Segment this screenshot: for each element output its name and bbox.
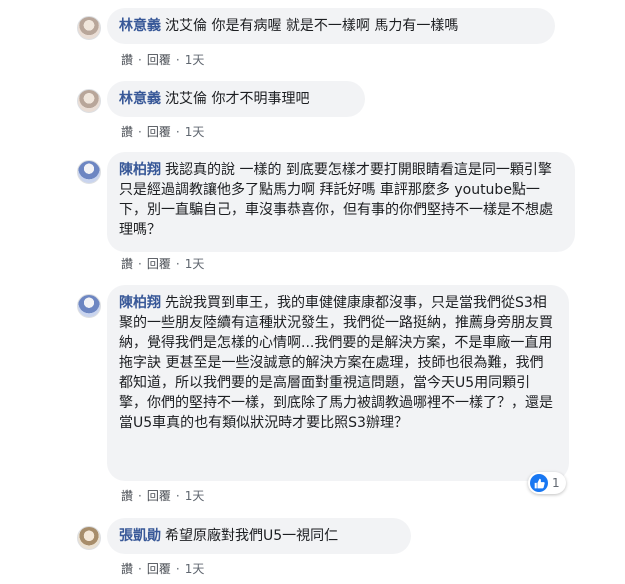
comment-author[interactable]: 陳柏翔 (119, 295, 161, 311)
like-link[interactable]: 讚 (121, 562, 133, 576)
comment-timestamp[interactable]: 1天 (185, 125, 205, 139)
separator-dot: · (175, 562, 180, 576)
comment-author[interactable]: 陳柏翔 (119, 162, 161, 178)
comment-bubble: 陳柏翔 我認真的說 一樣的 到底要怎樣才要打開眼睛看這是同一顆引擎 只是經過調教讓… (107, 152, 575, 252)
reply-link[interactable]: 回覆 (147, 257, 171, 271)
comment-timestamp[interactable]: 1天 (185, 489, 205, 503)
separator-dot: · (138, 125, 142, 139)
like-link[interactable]: 讚 (121, 125, 133, 139)
like-link[interactable]: 讚 (121, 53, 133, 67)
reply-link[interactable]: 回覆 (147, 562, 171, 576)
comment-text: 先說我買到車王，我的車健健康康都沒事，只是當我們從S3相聚的一些朋友陸續有這種狀… (119, 295, 553, 431)
comment-timestamp[interactable]: 1天 (185, 562, 205, 576)
reply-link[interactable]: 回覆 (147, 125, 171, 139)
comment-timestamp[interactable]: 1天 (185, 257, 205, 271)
comment-bubble: 林意義 沈艾倫 你才不明事理吧 (107, 81, 365, 117)
comment-text: 沈艾倫 你是有病喔 就是不一樣啊 馬力有一樣嗎 (165, 18, 459, 34)
thumbs-up-icon (530, 474, 548, 492)
separator-dot: · (138, 53, 142, 67)
reply-link[interactable]: 回覆 (147, 489, 171, 503)
comment-timestamp[interactable]: 1天 (185, 53, 205, 67)
separator-dot: · (175, 489, 180, 503)
comment-text: 希望原廠對我們U5一視同仁 (165, 528, 339, 544)
comment-actions: 讚 · 回覆 · 1天 (121, 488, 204, 504)
like-link[interactable]: 讚 (121, 257, 133, 271)
avatar[interactable] (77, 89, 101, 113)
comment-actions: 讚 · 回覆 · 1天 (121, 256, 204, 272)
comment-text: 我認真的說 一樣的 到底要怎樣才要打開眼睛看這是同一顆引擎 只是經過調教讓他多了… (119, 162, 553, 238)
like-link[interactable]: 讚 (121, 489, 133, 503)
comment-actions: 讚 · 回覆 · 1天 (121, 561, 204, 577)
comment-text: 沈艾倫 你才不明事理吧 (165, 91, 310, 107)
separator-dot: · (175, 257, 180, 271)
comment-bubble: 陳柏翔 先說我買到車王，我的車健健康康都沒事，只是當我們從S3相聚的一些朋友陸續有… (107, 285, 569, 481)
reaction-count: 1 (552, 476, 560, 490)
comment-actions: 讚 · 回覆 · 1天 (121, 52, 204, 68)
comment-author[interactable]: 張凱勛 (119, 528, 161, 544)
separator-dot: · (138, 257, 142, 271)
avatar[interactable] (77, 526, 101, 550)
reaction-badge[interactable]: 1 (528, 472, 566, 494)
avatar[interactable] (77, 16, 101, 40)
comment-bubble: 張凱勛 希望原廠對我們U5一視同仁 (107, 518, 411, 554)
separator-dot: · (175, 125, 180, 139)
comment-author[interactable]: 林意義 (119, 91, 161, 107)
separator-dot: · (138, 562, 142, 576)
comment-bubble: 林意義 沈艾倫 你是有病喔 就是不一樣啊 馬力有一樣嗎 (107, 8, 555, 44)
comment-actions: 讚 · 回覆 · 1天 (121, 124, 204, 140)
comment-author[interactable]: 林意義 (119, 18, 161, 34)
separator-dot: · (138, 489, 142, 503)
avatar[interactable] (77, 294, 101, 318)
avatar[interactable] (77, 160, 101, 184)
reply-link[interactable]: 回覆 (147, 53, 171, 67)
separator-dot: · (175, 53, 180, 67)
